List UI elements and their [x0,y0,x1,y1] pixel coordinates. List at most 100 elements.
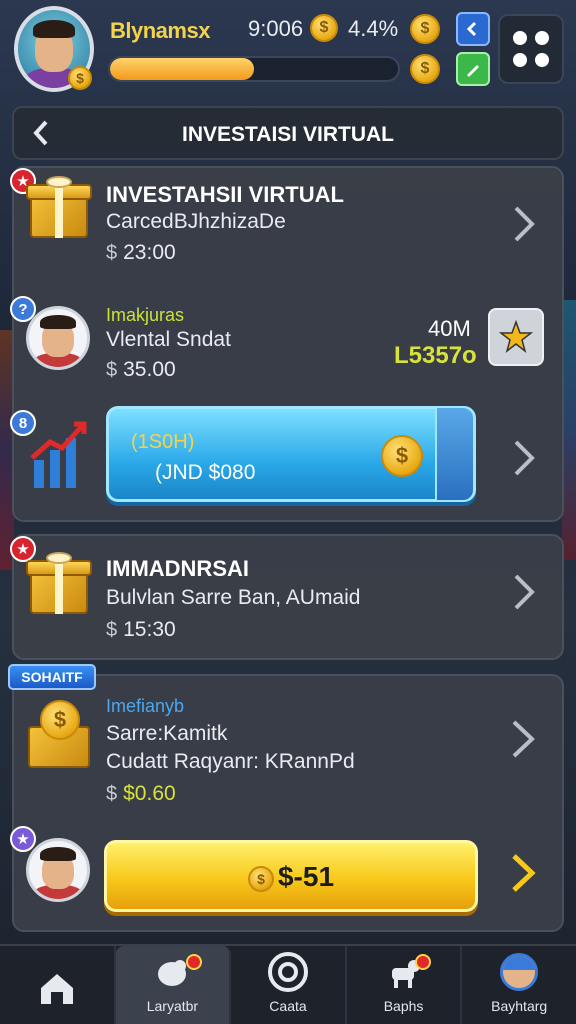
chevron-right-icon [514,440,535,476]
gift-bow [46,176,72,188]
card-title: IMMADNRSAI [106,556,249,581]
dollar-icon: $ [106,242,118,264]
nav-item-laryatbr[interactable]: Laryatbr [115,946,232,1024]
menu-dot [513,53,527,67]
nav-label: Laryatbr [146,998,199,1014]
background-glow-right [562,300,576,560]
buy-button-label: $ $-51 [107,861,475,893]
price-value: $0.60 [123,782,176,805]
nav-label: Caata [269,998,307,1014]
avatar-hair [40,315,76,329]
investor-value: L5357o [394,342,477,369]
notification-dot [185,954,202,970]
coin-icon: $ [381,435,423,477]
avatar-hair [40,847,76,861]
card-price: $15:30 [106,618,176,642]
player-name: Blynamsx [110,18,210,43]
home-glyph [40,974,73,1004]
offer-line-1: Sarre:Kamitk [106,722,228,745]
xp-progress-bar [108,56,400,82]
pencil-icon [467,65,479,77]
growth-chart-icon [28,418,88,494]
price-value: 35.00 [123,358,176,381]
collect-top-text: (1S0H) [131,431,195,453]
avatar-coin-icon: $ [68,66,92,90]
coin-icon: $ [410,54,440,84]
notification-dot [414,954,431,970]
star-badge: ★ [10,826,36,852]
avatar-glyph [500,953,539,991]
open-chevron-button[interactable] [512,436,538,487]
gift-box-icon [26,552,92,618]
open-chevron-button[interactable] [510,850,538,903]
dollar-icon: $ [106,359,118,381]
page-header: INVESTAISI VIRTUAL [12,106,564,160]
nav-item-bayhtarg[interactable]: Bayhtarg [462,946,576,1024]
card-title: INVESTAHSII VIRTUAL [106,182,344,207]
investor-amount: 40M [428,316,471,341]
card-subtitle: Bulvlan Sarre Ban, AUmaid [106,586,361,609]
avatar-cap [503,956,536,970]
investor-subtitle: Vlental Sndat [106,328,231,351]
stat-a-value: 9:006 [248,16,304,41]
gift-box-icon [26,176,92,242]
gift-ribbon [55,184,63,238]
open-chevron-button[interactable] [510,716,538,769]
menu-dot [513,31,527,45]
coin-icon: $ [310,14,338,42]
investor-price: $35.00 [106,358,176,382]
coin-icon: $ [40,700,80,740]
buy-button-value: $-51 [277,861,335,892]
ring-glyph [267,952,308,992]
edit-button[interactable] [456,52,490,86]
menu-dot [535,53,549,67]
open-chevron-button[interactable] [512,202,538,253]
coin-icon: $ [247,865,274,892]
share-icon [466,21,477,37]
gift-bow [46,552,72,564]
nav-item-home[interactable] [0,946,116,1024]
offer-tag: Imefianyb [106,696,185,716]
xp-progress-fill [110,58,254,80]
card-price: $23:00 [106,241,176,265]
price-value: 15:30 [123,618,176,641]
top-hud: $ Blynamsx 9:006 $ 4.4% $ $ [0,0,576,100]
chevron-right-icon [514,574,535,610]
dollar-icon: $ [106,619,118,641]
collect-button-cap [435,406,475,502]
investor-tag: Imakjuras [106,305,185,325]
sale-tag: SOHAITF [8,664,96,690]
nav-item-caata[interactable]: Caata [231,946,347,1024]
nav-label: Bayhtarg [491,998,548,1014]
menu-button[interactable] [498,14,564,84]
open-chevron-button[interactable] [512,570,538,621]
coin-icon: $ [410,14,440,44]
price-value: 23:00 [123,241,176,264]
chevron-right-icon [512,720,535,758]
offer-price: $ $0.60 [106,782,176,806]
star-arrow-icon [498,319,534,353]
stat-b-value: 4.4% [348,16,399,41]
investor-avatar [26,838,90,902]
nav-item-baphs[interactable]: Baphs [347,946,463,1024]
avatar-icon [497,950,541,994]
coin-stack-icon: $ [26,700,94,772]
ring-icon [266,950,310,994]
investor-avatar [26,306,90,370]
card-subtitle: CarcedBJhzhizaDe [106,210,286,233]
home-icon [35,966,79,1010]
buy-button[interactable]: $ $-51 [104,840,478,912]
share-button[interactable] [456,12,490,46]
boost-button[interactable] [488,308,544,366]
growth-chart-graphic [30,421,87,488]
collect-button[interactable]: (1S0H) (JND $080 $ [106,406,476,502]
bottom-nav: Laryatbr Caata Baphs Bayhtarg [0,944,576,1024]
menu-dot [535,31,549,45]
nav-label: Baphs [383,998,424,1014]
chevron-right-icon [514,206,535,242]
gift-ribbon [55,560,63,614]
dollar-icon: $ [106,783,118,805]
avatar-hair [33,20,75,38]
page-title: INVESTAISI VIRTUAL [182,123,394,146]
chevron-right-icon [512,854,536,892]
